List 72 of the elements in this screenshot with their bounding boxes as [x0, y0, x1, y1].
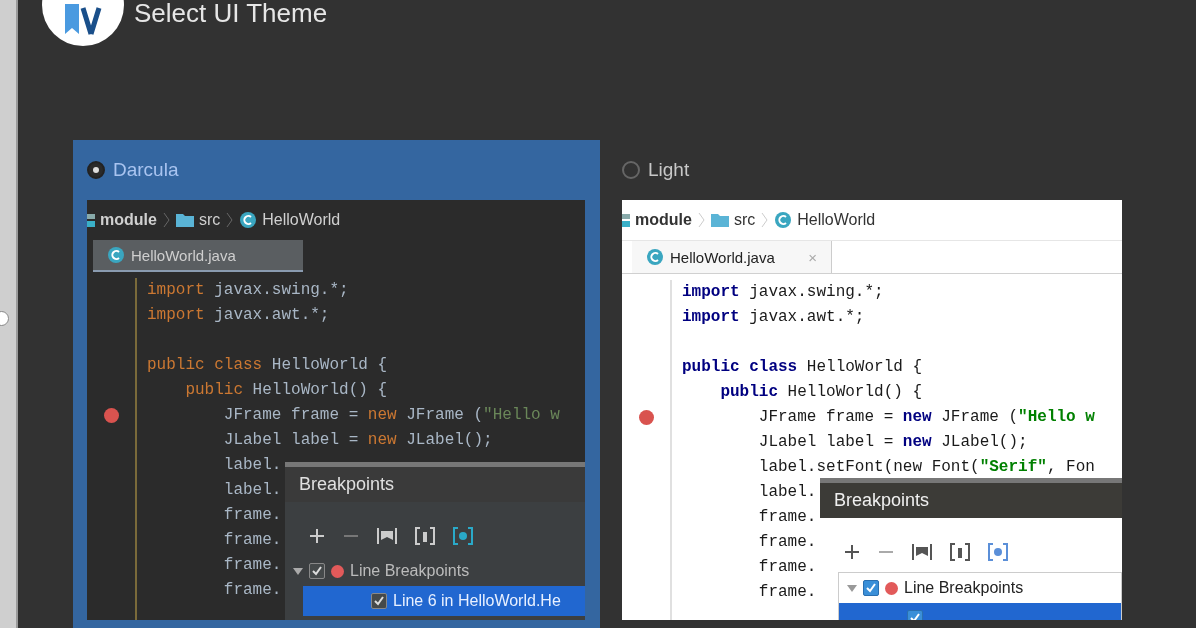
code-line: label.	[222, 480, 282, 501]
code-line: JFrame frame = new JFrame ("Hello w	[757, 407, 1095, 428]
code-line: label.setFont(new Font("Serif", Fon	[757, 457, 1095, 478]
plus-icon[interactable]	[844, 544, 860, 560]
chevron-icon	[761, 212, 769, 228]
dialog-title: Breakpoints	[299, 474, 395, 495]
breadcrumb-item[interactable]: module	[100, 211, 157, 229]
row-label: Line 6 in HelloWorld.He	[393, 592, 561, 610]
breakpoint-dot-icon	[885, 581, 898, 595]
code-line: JFrame frame = new JFrame ("Hello w	[222, 405, 560, 426]
class-icon	[774, 211, 793, 229]
code-line: JLabel label = new JLabel();	[222, 430, 493, 451]
code-line: frame.	[757, 582, 817, 603]
code-line: import javax.swing.*;	[682, 282, 884, 303]
breadcrumb-item[interactable]: HelloWorld	[262, 211, 341, 229]
theme-label[interactable]: Light	[648, 159, 690, 181]
row-label: Line Breakpoints	[904, 579, 1024, 597]
class-icon	[107, 246, 125, 264]
breakpoint-icon[interactable]	[103, 408, 119, 423]
code-line: frame.	[757, 532, 817, 553]
code-line: frame.	[222, 530, 282, 551]
chevron-icon	[226, 212, 234, 228]
chevron-icon	[697, 212, 705, 228]
code-line: import javax.awt.*;	[682, 307, 865, 328]
window-title: Select UI Theme	[134, 0, 328, 26]
code-line: public class HelloWorld {	[682, 357, 923, 378]
module-icon	[87, 212, 95, 228]
code-line: label.	[222, 455, 282, 476]
flag-icon[interactable]	[912, 543, 932, 561]
expanded-arrow-icon[interactable]	[293, 566, 303, 576]
bracket-icon[interactable]	[950, 543, 970, 561]
code-line: frame.	[757, 507, 817, 528]
code-line: public HelloWorld() {	[719, 382, 923, 403]
code-line: public class HelloWorld {	[147, 355, 388, 376]
breadcrumb-item[interactable]: module	[635, 211, 692, 229]
dialog-title: Breakpoints	[834, 490, 930, 511]
chevron-icon	[162, 212, 170, 228]
breadcrumb-item[interactable]: src	[198, 211, 221, 229]
code-line: import javax.swing.*;	[147, 280, 349, 301]
tab-label: HelloWorld.java	[670, 248, 775, 266]
target-icon[interactable]	[453, 527, 473, 545]
code-line: import javax.awt.*;	[147, 305, 330, 326]
tab-label: HelloWorld.java	[131, 246, 236, 264]
code-line: frame.	[222, 505, 282, 526]
checkbox[interactable]	[371, 593, 387, 609]
editor-tab[interactable]: HelloWorld.java ×	[632, 241, 832, 273]
breadcrumb-item[interactable]: src	[733, 211, 756, 229]
code-line: frame.	[222, 555, 282, 576]
tree-row[interactable]: Line 6 in HelloWorld.He	[303, 586, 585, 616]
folder-icon	[175, 213, 194, 227]
checkbox[interactable]	[863, 580, 879, 596]
editor-tab[interactable]: HelloWorld.java	[93, 240, 303, 272]
class-icon	[646, 248, 664, 266]
target-icon[interactable]	[988, 543, 1008, 561]
code-line: JLabel label = new JLabel();	[757, 432, 1028, 453]
radio-button[interactable]	[87, 161, 105, 179]
row-label: Line Breakpoints	[350, 562, 470, 580]
tree-row[interactable]: Line Breakpoints	[285, 556, 585, 586]
breakpoint-icon[interactable]	[638, 410, 654, 425]
code-line: label.	[757, 482, 817, 503]
code-line: public HelloWorld() {	[184, 380, 388, 401]
breakpoint-dot-icon	[331, 564, 344, 578]
class-icon	[239, 211, 258, 229]
code-line: frame.	[757, 557, 817, 578]
expanded-arrow-icon[interactable]	[847, 583, 857, 593]
code-line: frame.	[222, 580, 282, 601]
folder-icon	[710, 213, 729, 227]
checkbox[interactable]	[309, 563, 325, 579]
radio-button[interactable]	[622, 161, 640, 179]
breadcrumb-item[interactable]: HelloWorld	[797, 211, 876, 229]
module-icon	[622, 212, 630, 228]
theme-card[interactable]	[73, 140, 600, 628]
